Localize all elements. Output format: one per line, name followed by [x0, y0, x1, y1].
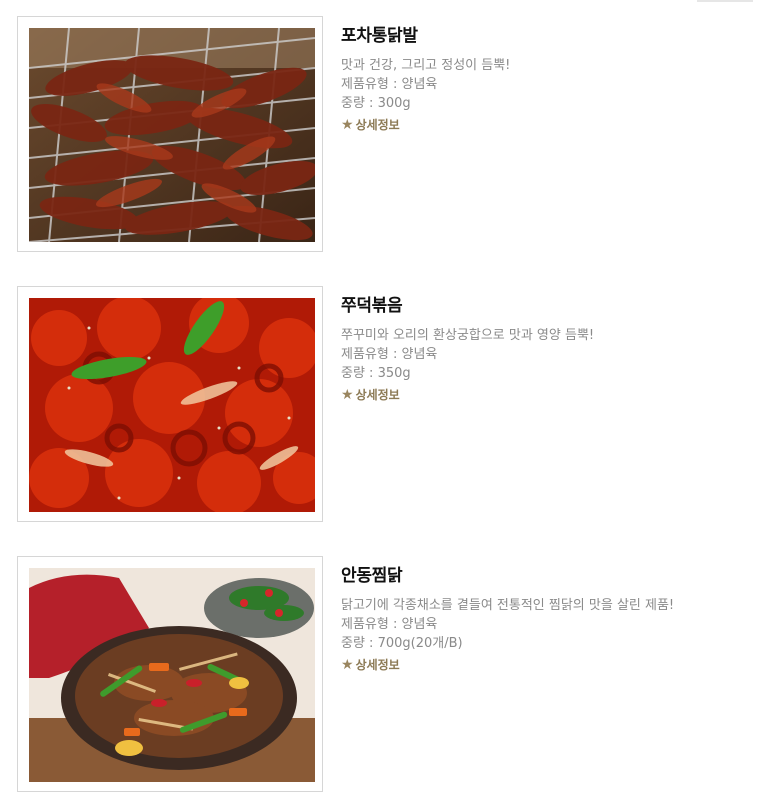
detail-info-link[interactable]: ★ 상세정보: [341, 387, 400, 403]
product-item: 쭈덕볶음 쭈꾸미와 오리의 환상궁합으로 맛과 영양 듬뿍! 제품유형 : 양념…: [0, 286, 761, 526]
product-thumbnail[interactable]: [17, 286, 323, 522]
detail-info-link[interactable]: ★ 상세정보: [341, 117, 400, 133]
product-weight: 중량 : 700g(20개/B): [341, 636, 463, 651]
detail-info-label: 상세정보: [355, 118, 400, 132]
product-info: 안동찜닭 닭고기에 각종채소를 곁들여 전통적인 찜닭의 맛을 살린 제품! 제…: [341, 564, 751, 673]
product-type: 제품유형 : 양념육: [341, 347, 438, 362]
spicy-webfoot-octopus-duck-photo: [29, 298, 315, 512]
product-list: 포차통닭발 맛과 건강, 그리고 정성이 듬뿍! 제품유형 : 양념육 중량 :…: [0, 0, 761, 811]
product-item: 포차통닭발 맛과 건강, 그리고 정성이 듬뿍! 제품유형 : 양념육 중량 :…: [0, 16, 761, 256]
product-tagline: 맛과 건강, 그리고 정성이 듬뿍!: [341, 58, 511, 73]
product-weight: 중량 : 300g: [341, 96, 411, 111]
star-icon: ★: [341, 657, 354, 673]
product-thumbnail[interactable]: [17, 556, 323, 792]
product-type: 제품유형 : 양념육: [341, 77, 438, 92]
detail-info-label: 상세정보: [355, 388, 400, 402]
detail-info-label: 상세정보: [355, 658, 400, 672]
product-name[interactable]: 안동찜닭: [341, 564, 751, 588]
product-name[interactable]: 쭈덕볶음: [341, 294, 751, 318]
product-name[interactable]: 포차통닭발: [341, 24, 751, 48]
product-tagline: 닭고기에 각종채소를 곁들여 전통적인 찜닭의 맛을 살린 제품!: [341, 598, 675, 613]
product-weight: 중량 : 350g: [341, 366, 411, 381]
grilled-chicken-feet-photo: [29, 28, 315, 242]
product-type: 제품유형 : 양념육: [341, 617, 438, 632]
product-item: 안동찜닭 닭고기에 각종채소를 곁들여 전통적인 찜닭의 맛을 살린 제품! 제…: [0, 556, 761, 796]
product-info: 포차통닭발 맛과 건강, 그리고 정성이 듬뿍! 제품유형 : 양념육 중량 :…: [341, 24, 751, 133]
andong-braised-chicken-photo: [29, 568, 315, 782]
product-info: 쭈덕볶음 쭈꾸미와 오리의 환상궁합으로 맛과 영양 듬뿍! 제품유형 : 양념…: [341, 294, 751, 403]
star-icon: ★: [341, 117, 354, 133]
star-icon: ★: [341, 387, 354, 403]
product-thumbnail[interactable]: [17, 16, 323, 252]
detail-info-link[interactable]: ★ 상세정보: [341, 657, 400, 673]
product-tagline: 쭈꾸미와 오리의 환상궁합으로 맛과 영양 듬뿍!: [341, 328, 595, 343]
